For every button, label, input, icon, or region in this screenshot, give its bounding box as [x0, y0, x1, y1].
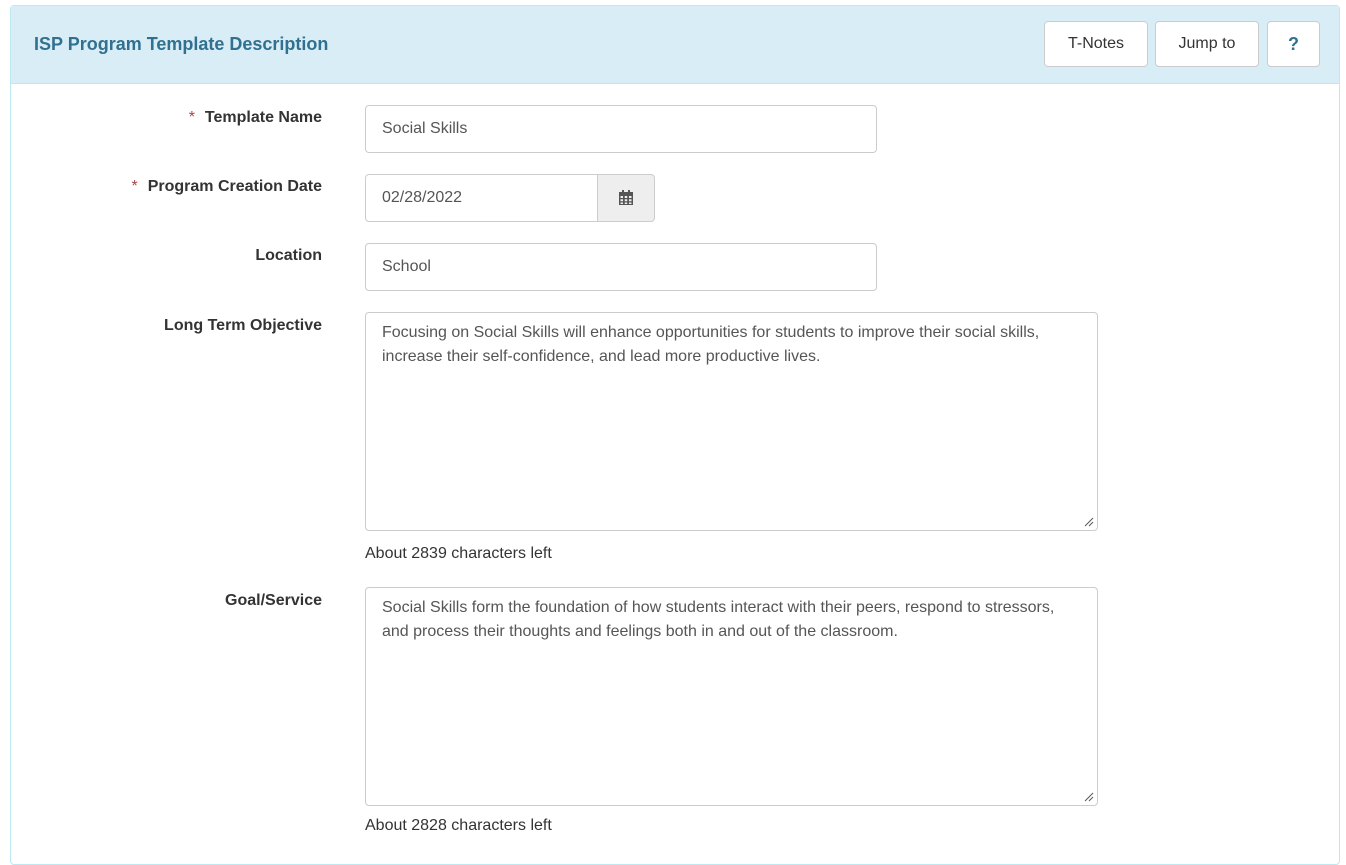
location-value: School — [382, 258, 431, 275]
template-name-input[interactable]: Social Skills — [365, 105, 877, 153]
template-name-label: * Template Name — [188, 109, 322, 126]
goal-service-label: Goal/Service — [225, 592, 322, 609]
long-term-objective-value: Focusing on Social Skills will enhance o… — [382, 324, 1040, 365]
resize-grip-icon[interactable] — [1084, 792, 1094, 802]
panel-heading: ISP Program Template Description T-Notes… — [11, 6, 1339, 84]
goal-service-char-count: About 2828 characters left — [365, 817, 552, 834]
help-button[interactable]: ? — [1267, 21, 1320, 67]
long-term-objective-textarea[interactable]: Focusing on Social Skills will enhance o… — [365, 312, 1098, 531]
long-term-objective-char-count: About 2839 characters left — [365, 545, 552, 562]
calendar-icon — [619, 190, 633, 205]
goal-service-value: Social Skills form the foundation of how… — [382, 599, 1055, 640]
jump-to-button[interactable]: Jump to — [1155, 21, 1259, 67]
required-marker: * — [188, 109, 195, 126]
template-name-value: Social Skills — [382, 120, 468, 137]
long-term-objective-label: Long Term Objective — [164, 317, 322, 334]
required-marker: * — [131, 178, 138, 195]
goal-service-textarea[interactable]: Social Skills form the foundation of how… — [365, 587, 1098, 806]
location-input[interactable]: School — [365, 243, 877, 291]
location-label: Location — [255, 247, 322, 264]
t-notes-button[interactable]: T-Notes — [1044, 21, 1148, 67]
program-creation-date-input[interactable]: 02/28/2022 — [365, 174, 598, 222]
date-picker-button[interactable] — [598, 174, 655, 222]
page-title: ISP Program Template Description — [34, 34, 329, 54]
program-creation-date-label: * Program Creation Date — [131, 178, 323, 195]
resize-grip-icon[interactable] — [1084, 517, 1094, 527]
program-creation-date-value: 02/28/2022 — [382, 189, 463, 206]
